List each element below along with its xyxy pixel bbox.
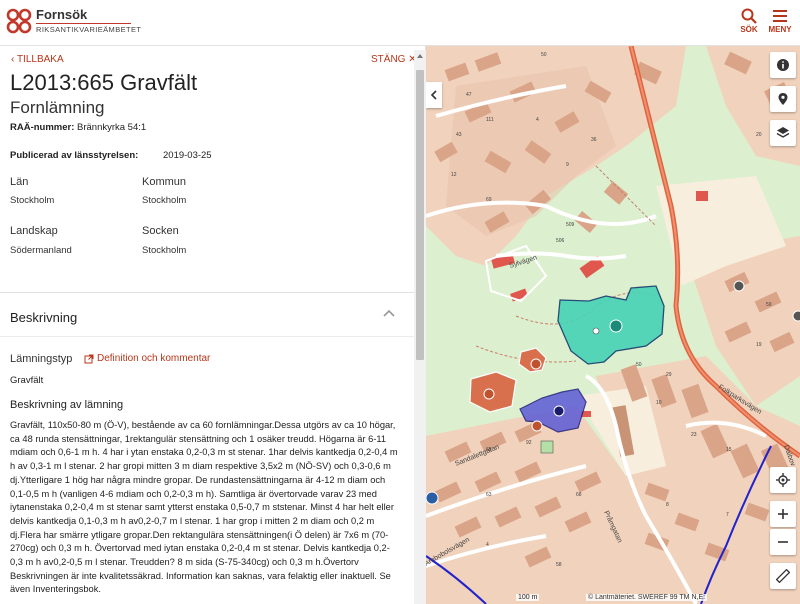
map-canvas[interactable]: Sylvägen Sandalettgatan Folkparksvägen P… xyxy=(426,46,800,604)
external-link-icon xyxy=(84,354,94,363)
house-number: 15 xyxy=(726,447,732,453)
search-icon xyxy=(741,8,757,24)
info-button[interactable] xyxy=(770,52,796,78)
raa-value: Brännkyrka 54:1 xyxy=(77,122,147,133)
raa-label: RAÄ-nummer: xyxy=(10,122,75,133)
house-number: 36 xyxy=(591,137,597,143)
menu-label: MENY xyxy=(768,25,792,34)
app-header: Fornsök RIKSANTIKVARIEÄMBETET SÖK MENY xyxy=(0,0,800,46)
logo-name: Fornsök xyxy=(36,7,88,22)
plus-icon xyxy=(778,509,788,519)
hamburger-icon xyxy=(773,10,787,22)
ruler-icon xyxy=(776,569,790,583)
house-number: 50 xyxy=(636,362,642,368)
chevron-up-icon[interactable] xyxy=(382,308,396,318)
location-button[interactable] xyxy=(770,86,796,112)
search-label: SÖK xyxy=(740,25,758,34)
description-heading: Beskrivning av lämning xyxy=(10,399,124,411)
house-number: 9 xyxy=(566,162,569,168)
field-value-landskap: Södermanland xyxy=(10,245,72,256)
map-view[interactable]: Sylvägen Sandalettgatan Folkparksvägen P… xyxy=(426,46,800,604)
crosshair-icon xyxy=(776,473,790,487)
zoom-out-button[interactable] xyxy=(770,529,796,555)
scale-bar: 100 m xyxy=(516,594,540,601)
field-value-kommun: Stockholm xyxy=(142,195,187,206)
section-title-beskrivning[interactable]: Beskrivning xyxy=(10,310,77,325)
house-number: 8 xyxy=(666,502,669,508)
layers-icon xyxy=(776,127,790,138)
house-number: 509 xyxy=(566,222,575,228)
lamningstyp-value: Gravfält xyxy=(10,375,44,386)
field-label-socken: Socken xyxy=(142,225,179,237)
minus-icon xyxy=(778,541,788,543)
house-number: 47 xyxy=(466,92,472,98)
fornsok-logo[interactable]: Fornsök RIKSANTIKVARIEÄMBETET xyxy=(4,6,142,36)
field-value-socken: Stockholm xyxy=(142,245,187,256)
scroll-up-icon[interactable] xyxy=(416,52,424,60)
house-number: 69 xyxy=(486,197,492,203)
house-number: 50 xyxy=(541,52,547,58)
published-value: 2019-03-25 xyxy=(163,150,212,161)
house-number: 63 xyxy=(486,492,492,498)
section-header-rule xyxy=(0,336,414,337)
section-divider xyxy=(0,292,414,293)
info-panel: ‹ TILLBAKA STÄNG ✕ L2013:665 Gravfält Fo… xyxy=(0,46,426,604)
layers-button[interactable] xyxy=(770,120,796,146)
my-position-button[interactable] xyxy=(770,467,796,493)
definition-link[interactable]: Definition och kommentar xyxy=(84,353,210,364)
menu-button[interactable]: MENY xyxy=(765,8,795,34)
back-link[interactable]: ‹ TILLBAKA xyxy=(11,54,64,65)
field-label-lan: Län xyxy=(10,176,29,188)
house-number: 111 xyxy=(486,117,494,123)
field-label-landskap: Landskap xyxy=(10,225,58,237)
close-link[interactable]: STÄNG ✕ xyxy=(371,54,417,65)
house-number: 4 xyxy=(536,117,539,123)
map-pin-icon xyxy=(778,93,788,105)
house-number: 19 xyxy=(756,342,762,348)
house-number: 65 xyxy=(486,447,492,453)
lamningstyp-label: Lämningstyp xyxy=(10,353,73,365)
logo-subtitle: RIKSANTIKVARIEÄMBETET xyxy=(36,23,142,34)
house-number: 92 xyxy=(526,440,532,446)
page-subtitle: Fornlämning xyxy=(10,98,105,117)
info-icon xyxy=(777,59,789,71)
chevron-left-icon xyxy=(430,90,437,100)
description-text: Gravfält, 110x50-80 m (Ö-V), bestående a… xyxy=(10,420,398,595)
raa-logo-icon xyxy=(6,8,32,34)
house-number: 23 xyxy=(691,432,697,438)
house-number: 4 xyxy=(486,542,489,548)
house-number: 20 xyxy=(756,132,762,138)
zoom-in-button[interactable] xyxy=(770,501,796,527)
house-number: 12 xyxy=(451,172,457,178)
scrollbar-thumb[interactable] xyxy=(416,70,424,360)
house-number: 59 xyxy=(766,302,772,308)
search-button[interactable]: SÖK xyxy=(734,8,764,34)
house-number: 10 xyxy=(656,400,662,406)
house-number: 29 xyxy=(666,372,672,378)
house-number: 68 xyxy=(576,492,582,498)
house-number: 58 xyxy=(556,562,562,568)
page-title: L2013:665 Gravfält xyxy=(10,70,198,95)
house-number: 43 xyxy=(456,132,462,138)
collapse-panel-button[interactable] xyxy=(426,82,442,108)
map-attribution: © Lantmäteriet. SWEREF 99 TM N,E: xyxy=(586,594,708,601)
house-number: 506 xyxy=(556,238,565,244)
house-number: 7 xyxy=(726,512,729,518)
field-label-kommun: Kommun xyxy=(142,176,187,188)
published-label: Publicerad av länsstyrelsen: xyxy=(10,150,139,161)
measure-button[interactable] xyxy=(770,563,796,589)
field-value-lan: Stockholm xyxy=(10,195,55,206)
